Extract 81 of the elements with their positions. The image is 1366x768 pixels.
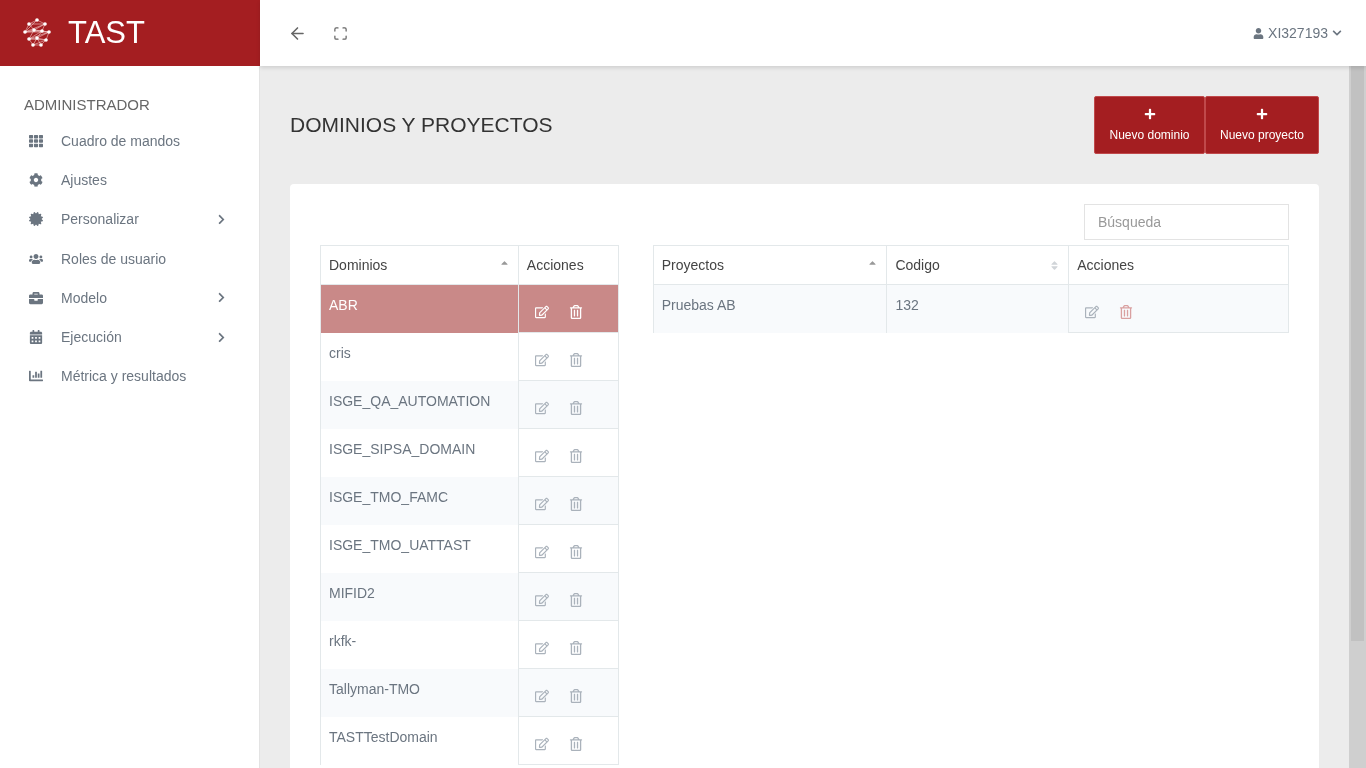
page-title: DOMINIOS Y PROYECTOS bbox=[290, 113, 553, 137]
sidebar-item[interactable]: Modelo bbox=[24, 278, 259, 318]
network-logo-icon bbox=[20, 16, 54, 50]
table-cell: ABR bbox=[320, 284, 519, 333]
menu-icon bbox=[29, 133, 43, 148]
table-cell: ISGE_TMO_UATTAST bbox=[320, 524, 519, 573]
delete-icon[interactable] bbox=[568, 400, 583, 415]
table-row[interactable]: Pruebas AB 132 bbox=[653, 284, 1289, 333]
table-cell: ISGE_TMO_FAMC bbox=[320, 476, 519, 525]
sidebar-item[interactable]: Personalizar bbox=[24, 199, 259, 239]
table-row[interactable]: ISGE_TMO_FAMC bbox=[320, 476, 619, 525]
chevron-right-icon bbox=[216, 292, 227, 304]
edit-icon[interactable] bbox=[534, 496, 549, 511]
table-cell: ISGE_SIPSA_DOMAIN bbox=[320, 428, 519, 477]
sidebar-item[interactable]: Métrica y resultados bbox=[24, 356, 259, 397]
menu-icon bbox=[29, 212, 43, 227]
sidebar-heading: ADMINISTRADOR bbox=[24, 96, 151, 113]
delete-icon[interactable] bbox=[568, 736, 583, 751]
table-row[interactable]: MIFID2 bbox=[320, 572, 619, 621]
menu-icon bbox=[29, 330, 43, 345]
edit-icon[interactable] bbox=[534, 592, 549, 607]
table-row[interactable]: TASTTestDomain bbox=[320, 716, 619, 765]
table-cell: Tallyman-TMO bbox=[320, 668, 519, 717]
search-field[interactable]: Búsqueda bbox=[1084, 204, 1289, 240]
edit-icon[interactable] bbox=[534, 736, 549, 751]
sidebar-item[interactable]: Ajustes bbox=[24, 160, 259, 200]
brand-name: TAST bbox=[68, 15, 145, 51]
edit-icon[interactable] bbox=[534, 640, 549, 655]
column-header[interactable]: Proyectos bbox=[653, 245, 887, 285]
chevron-down-icon bbox=[1332, 28, 1342, 38]
user-menu[interactable]: XI327193 bbox=[1247, 24, 1348, 42]
sidebar-item[interactable]: Cuadro de mandos bbox=[24, 121, 259, 161]
delete-icon[interactable] bbox=[568, 544, 583, 559]
table-cell: 132 bbox=[886, 284, 1069, 333]
user-icon bbox=[1253, 27, 1265, 39]
add-button[interactable]: Nuevo dominio bbox=[1094, 96, 1205, 154]
delete-icon[interactable] bbox=[568, 496, 583, 511]
delete-icon[interactable] bbox=[568, 448, 583, 463]
edit-icon[interactable] bbox=[1085, 304, 1100, 319]
table-row[interactable]: ISGE_TMO_UATTAST bbox=[320, 524, 619, 573]
sidebar-item[interactable]: Ejecución bbox=[24, 317, 259, 357]
plus-icon bbox=[1143, 108, 1156, 120]
menu-icon bbox=[29, 369, 43, 384]
sort-icon[interactable] bbox=[1049, 259, 1061, 271]
table-row[interactable]: ABR bbox=[320, 284, 619, 333]
sidebar-item[interactable]: Roles de usuario bbox=[24, 238, 259, 279]
edit-icon[interactable] bbox=[534, 400, 549, 415]
column-header[interactable]: Acciones bbox=[1068, 245, 1289, 285]
table-cell: cris bbox=[320, 332, 519, 381]
fullscreen-icon[interactable] bbox=[333, 25, 348, 41]
table-row[interactable]: cris bbox=[320, 332, 619, 381]
table-row[interactable]: ISGE_QA_AUTOMATION bbox=[320, 380, 619, 429]
column-header[interactable]: Acciones bbox=[518, 245, 619, 285]
chevron-right-icon bbox=[216, 213, 227, 225]
add-button[interactable]: Nuevo proyecto bbox=[1205, 96, 1319, 154]
table-cell: TASTTestDomain bbox=[320, 716, 519, 765]
table-cell: ISGE_QA_AUTOMATION bbox=[320, 380, 519, 429]
delete-icon[interactable] bbox=[1119, 304, 1134, 319]
edit-icon[interactable] bbox=[534, 688, 549, 703]
edit-icon[interactable] bbox=[534, 352, 549, 367]
edit-icon[interactable] bbox=[534, 448, 549, 463]
table-cell: MIFID2 bbox=[320, 572, 519, 621]
delete-icon[interactable] bbox=[568, 688, 583, 703]
table-row[interactable]: rkfk- bbox=[320, 620, 619, 669]
table-row[interactable]: Tallyman-TMO bbox=[320, 668, 619, 717]
delete-icon[interactable] bbox=[568, 352, 583, 367]
table-cell: Pruebas AB bbox=[653, 284, 887, 333]
plus-icon bbox=[1256, 108, 1268, 120]
edit-icon[interactable] bbox=[534, 544, 549, 559]
delete-icon[interactable] bbox=[568, 592, 583, 607]
delete-icon[interactable] bbox=[568, 304, 583, 319]
menu-icon bbox=[29, 251, 43, 266]
table-cell: rkfk- bbox=[320, 620, 519, 669]
column-header[interactable]: Dominios bbox=[320, 245, 519, 285]
delete-icon[interactable] bbox=[568, 640, 583, 655]
chevron-right-icon bbox=[216, 331, 227, 343]
column-header[interactable]: Codigo bbox=[886, 245, 1069, 285]
table-row[interactable]: ISGE_SIPSA_DOMAIN bbox=[320, 428, 619, 477]
edit-icon[interactable] bbox=[534, 304, 549, 319]
menu-icon bbox=[29, 172, 43, 187]
menu-icon bbox=[29, 290, 43, 305]
